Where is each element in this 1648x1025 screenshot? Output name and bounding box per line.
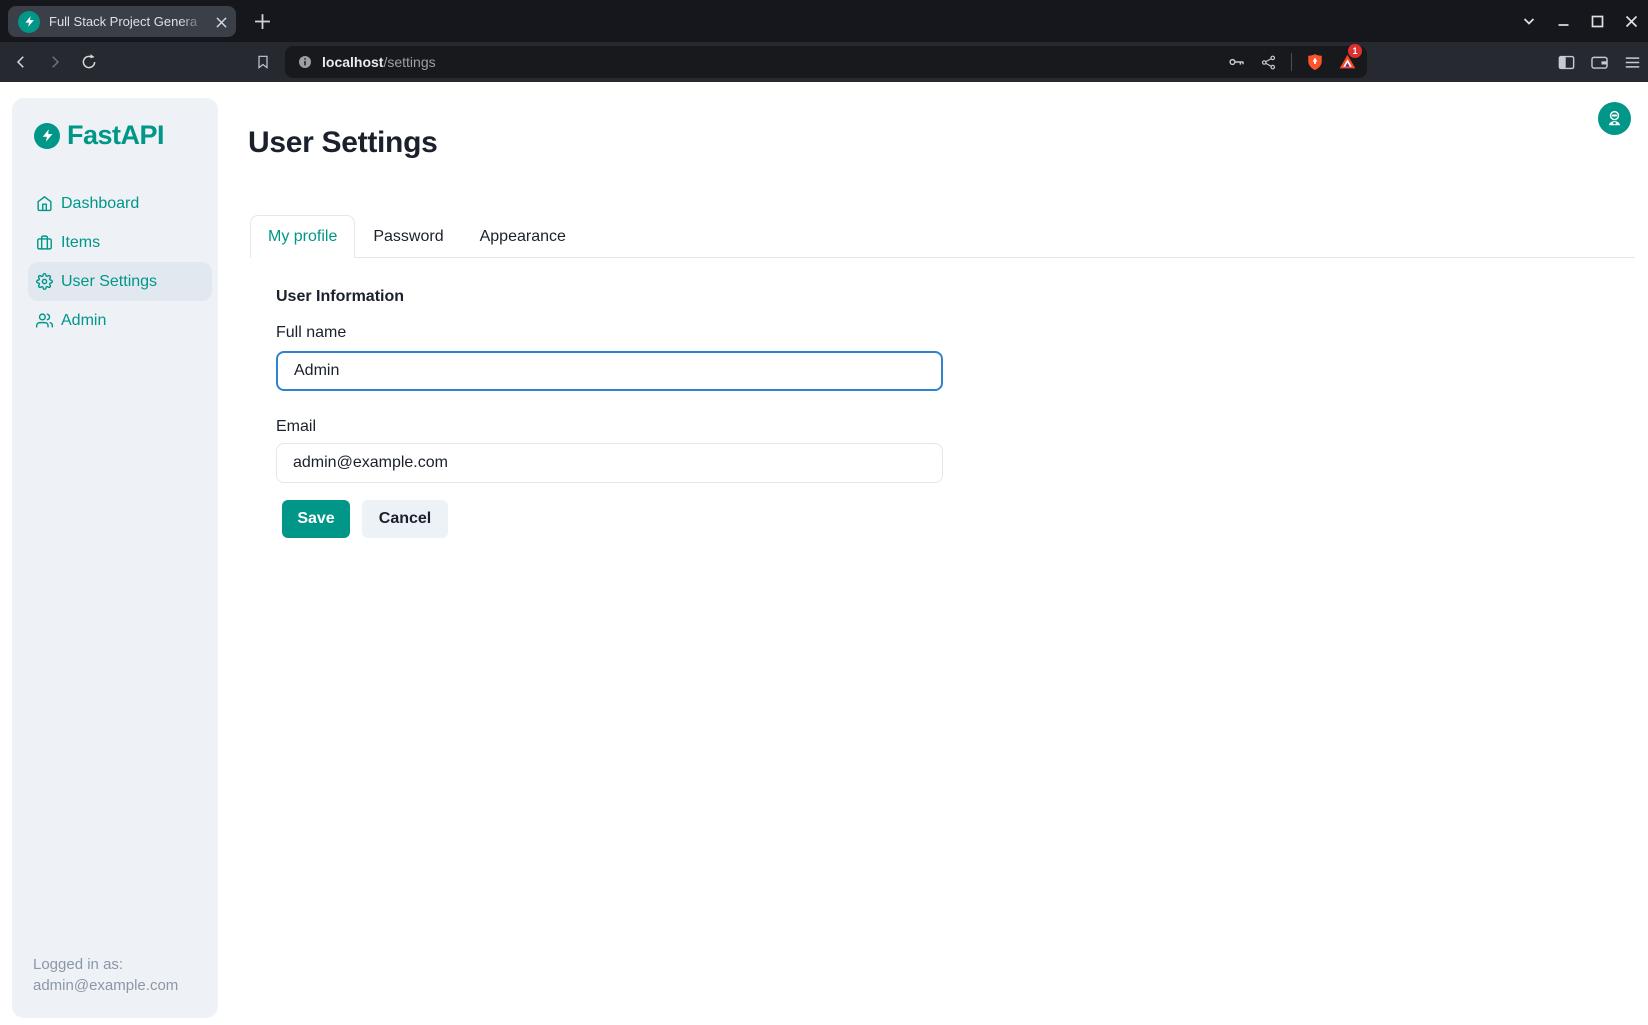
window-controls — [1512, 0, 1648, 42]
fastapi-bolt-icon — [18, 11, 40, 33]
browser-toolbar: localhost /settings — [0, 42, 1648, 82]
close-icon[interactable] — [1614, 0, 1648, 42]
cancel-button[interactable]: Cancel — [362, 500, 448, 538]
briefcase-icon — [36, 234, 53, 251]
save-button[interactable]: Save — [282, 500, 350, 538]
logo-text: FastAPI — [67, 120, 164, 151]
rewards-badge: 1 — [1348, 44, 1362, 58]
logged-in-info: Logged in as: admin@example.com — [33, 954, 178, 996]
maximize-icon[interactable] — [1580, 0, 1614, 42]
email-input[interactable] — [276, 443, 943, 483]
reload-button[interactable] — [73, 46, 105, 78]
share-icon[interactable] — [1260, 54, 1277, 71]
fastapi-logo: FastAPI — [34, 120, 164, 151]
sidebar-nav: Dashboard Items User Settings — [28, 184, 212, 340]
sidebar-panel-icon[interactable] — [1557, 53, 1576, 72]
info-icon[interactable] — [297, 54, 313, 70]
url-path: /settings — [383, 54, 435, 70]
user-astronaut-icon — [1605, 109, 1624, 128]
chevron-down-icon[interactable] — [1512, 0, 1546, 42]
menu-icon[interactable] — [1623, 53, 1642, 72]
section-heading: User Information — [276, 288, 404, 306]
sidebar-item-label: Admin — [61, 312, 106, 330]
page-title: User Settings — [248, 126, 438, 160]
tab-appearance[interactable]: Appearance — [462, 215, 584, 258]
sidebar-item-items[interactable]: Items — [28, 223, 212, 262]
full-name-input[interactable] — [276, 351, 943, 391]
sidebar-item-admin[interactable]: Admin — [28, 301, 212, 340]
tab-my-profile[interactable]: My profile — [250, 215, 355, 258]
home-icon — [36, 195, 53, 212]
fastapi-bolt-icon — [34, 123, 60, 149]
logged-in-label: Logged in as: — [33, 954, 178, 975]
sidebar-item-label: User Settings — [61, 273, 157, 291]
browser-titlebar: Full Stack Project Genera — [0, 0, 1648, 42]
full-name-label: Full name — [276, 324, 346, 342]
minimize-icon[interactable] — [1546, 0, 1580, 42]
logged-in-email: admin@example.com — [33, 975, 178, 996]
sidebar-item-dashboard[interactable]: Dashboard — [28, 184, 212, 223]
email-label: Email — [276, 418, 316, 436]
users-icon — [36, 312, 53, 329]
forward-button[interactable] — [39, 46, 71, 78]
key-icon[interactable] — [1228, 53, 1246, 71]
tab-password[interactable]: Password — [355, 215, 461, 258]
brave-shield-icon[interactable] — [1306, 53, 1324, 71]
sidebar-item-label: Items — [61, 234, 100, 252]
tab-title-fade — [180, 6, 206, 37]
user-menu-button[interactable] — [1598, 102, 1631, 135]
back-button[interactable] — [5, 46, 37, 78]
browser-tab[interactable]: Full Stack Project Genera — [8, 6, 236, 37]
wallet-icon[interactable] — [1590, 53, 1609, 72]
gear-icon — [36, 273, 53, 290]
new-tab-button[interactable] — [248, 7, 276, 35]
bookmark-icon[interactable] — [247, 46, 279, 78]
url-host: localhost — [322, 54, 383, 70]
sidebar-item-label: Dashboard — [61, 195, 139, 213]
settings-tabs: My profile Password Appearance — [250, 215, 1635, 258]
sidebar: FastAPI Dashboard Items — [12, 98, 218, 1018]
toolbar-divider — [1291, 53, 1292, 71]
form-actions: Save Cancel — [282, 500, 448, 538]
address-bar[interactable]: localhost /settings — [285, 46, 1367, 78]
tab-close-icon[interactable] — [212, 13, 230, 31]
sidebar-item-user-settings[interactable]: User Settings — [28, 262, 212, 301]
app-page: FastAPI Dashboard Items — [0, 82, 1648, 1025]
